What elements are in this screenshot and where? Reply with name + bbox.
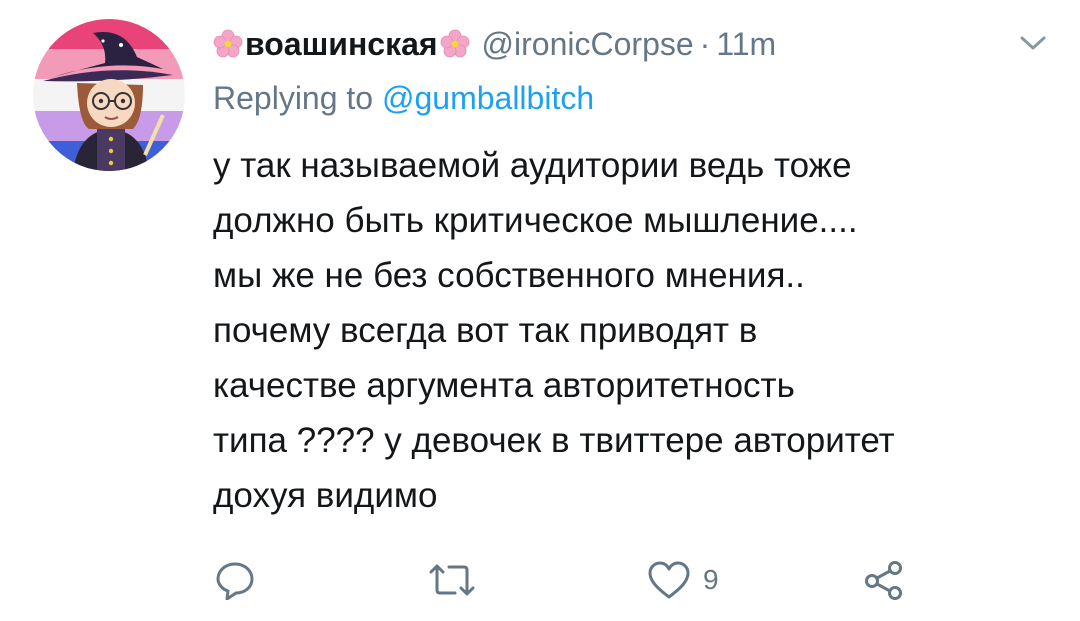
retweet-button[interactable] xyxy=(427,555,477,605)
cherry-blossom-icon xyxy=(440,29,470,59)
share-button[interactable] xyxy=(862,555,906,605)
tweet-text-line: качестве аргумента авторитетность xyxy=(213,366,795,405)
separator-dot: · xyxy=(699,26,711,62)
share-icon xyxy=(865,561,902,600)
tweet-text-line: типа ???? у девочек в твиттере авторитет xyxy=(213,421,895,460)
tweet-text-line: должно быть критическое мышление.... xyxy=(213,201,858,240)
like-button[interactable]: 9 xyxy=(647,555,719,605)
tweet-text-line: почему всегда вот так приводят в xyxy=(213,311,758,350)
tweet-text-line: мы же не без собственного мнения.. xyxy=(213,256,805,295)
retweet-icon xyxy=(429,564,475,596)
heart-icon xyxy=(648,561,690,599)
tweet-text-line: дохуя видимо xyxy=(213,476,438,515)
replying-to-line: Replying to @gumballbitch xyxy=(213,78,594,118)
tweet-timestamp[interactable]: 11m xyxy=(716,24,776,64)
cherry-blossom-icon xyxy=(213,29,243,59)
tweet-text-line: у так называемой аудитории ведь тоже xyxy=(213,146,852,185)
reply-mention-link[interactable]: @gumballbitch xyxy=(382,80,594,116)
replying-to-label: Replying to xyxy=(213,80,374,116)
user-avatar[interactable] xyxy=(33,19,185,171)
chevron-down-icon[interactable] xyxy=(1018,33,1048,53)
tweet[interactable]: воашинская @ironicCorpse · 11m Replying … xyxy=(0,0,1080,621)
tweet-actions: 9 xyxy=(0,555,1080,605)
display-name[interactable]: воашинская xyxy=(245,24,438,64)
reply-button[interactable] xyxy=(215,555,255,605)
user-handle[interactable]: @ironicCorpse xyxy=(482,24,694,64)
tweet-text: у так называемой аудитории ведь тоже дол… xyxy=(213,138,1033,523)
like-count: 9 xyxy=(703,564,719,595)
tweet-header: воашинская @ironicCorpse · 11m xyxy=(213,24,776,64)
reply-icon xyxy=(216,562,254,600)
